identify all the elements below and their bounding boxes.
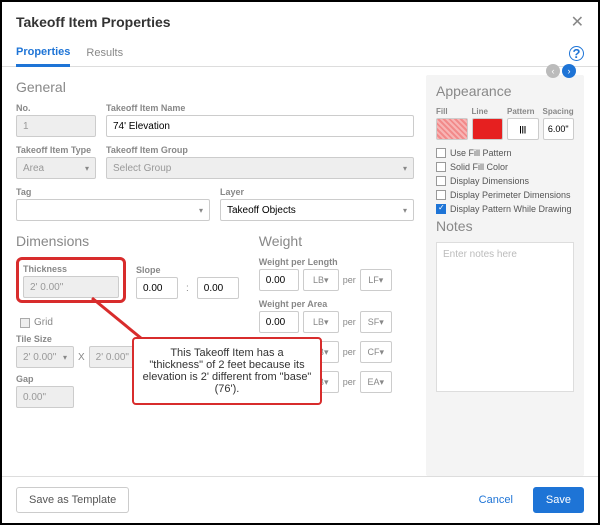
help-icon[interactable]: ? <box>569 46 584 61</box>
nav-next-icon[interactable]: › <box>562 64 576 78</box>
save-button[interactable]: Save <box>533 487 584 513</box>
section-general: General <box>16 79 414 95</box>
cancel-button[interactable]: Cancel <box>467 487 525 513</box>
tag-label: Tag <box>16 187 210 197</box>
layer-label: Layer <box>220 187 414 197</box>
pattern-swatch[interactable]: ||| <box>507 118 539 140</box>
weight-unit-1[interactable]: LB▾ <box>303 311 339 333</box>
gap-field[interactable] <box>16 386 74 408</box>
tile-w-select[interactable]: 2' 0.00" <box>16 346 74 368</box>
dialog-title: Takeoff Item Properties <box>16 14 171 30</box>
weight-row-0: LB▾ per LF▾ <box>259 269 414 291</box>
weight-unit2-3[interactable]: EA▾ <box>360 371 392 393</box>
thickness-field[interactable] <box>23 276 119 298</box>
group-label: Takeoff Item Group <box>106 145 414 155</box>
slope-colon: : <box>184 283 191 294</box>
check-dispperim[interactable] <box>436 190 446 200</box>
tag-select[interactable] <box>16 199 210 221</box>
spacing-field[interactable]: 6.00" <box>543 118 575 140</box>
name-label: Takeoff Item Name <box>106 103 414 113</box>
tile-x: X <box>78 352 85 363</box>
grid-checkbox[interactable] <box>20 318 30 328</box>
slope-run-field[interactable] <box>197 277 239 299</box>
layer-select[interactable]: Takeoff Objects <box>220 199 414 221</box>
section-appearance: Appearance <box>436 83 574 99</box>
line-swatch[interactable] <box>472 118 504 140</box>
check-usefill[interactable] <box>436 148 446 158</box>
weight-unit2-0[interactable]: LF▾ <box>360 269 392 291</box>
weight-value-1[interactable] <box>259 311 299 333</box>
no-field <box>16 115 96 137</box>
group-select[interactable]: Select Group <box>106 157 414 179</box>
weight-row-1: LB▾ per SF▾ <box>259 311 414 333</box>
nav-prev-icon[interactable]: ‹ <box>546 64 560 78</box>
type-label: Takeoff Item Type <box>16 145 96 155</box>
tab-properties[interactable]: Properties <box>16 40 70 67</box>
annotation-callout: This Takeoff Item has a "thickness" of 2… <box>132 337 322 405</box>
check-solidfill[interactable] <box>436 162 446 172</box>
grid-label: Grid <box>34 317 53 328</box>
tab-results[interactable]: Results <box>86 41 123 65</box>
thickness-label: Thickness <box>23 264 119 274</box>
section-weight: Weight <box>259 233 414 249</box>
slope-rise-field[interactable] <box>136 277 178 299</box>
save-template-button[interactable]: Save as Template <box>16 487 129 513</box>
check-dispdim[interactable] <box>436 176 446 186</box>
type-select[interactable]: Area <box>16 157 96 179</box>
weight-unit2-1[interactable]: SF▾ <box>360 311 392 333</box>
check-disppattern[interactable] <box>436 204 446 214</box>
fill-swatch[interactable] <box>436 118 468 140</box>
weight-unit2-2[interactable]: CF▾ <box>360 341 392 363</box>
slope-label: Slope <box>136 265 239 275</box>
weight-area-label: Weight per Area <box>259 299 414 309</box>
weight-length-label: Weight per Length <box>259 257 414 267</box>
thickness-highlight: Thickness <box>16 257 126 303</box>
section-notes: Notes <box>436 218 574 234</box>
close-icon[interactable]: ✕ <box>571 12 584 32</box>
notes-textarea[interactable]: Enter notes here <box>436 242 574 392</box>
name-field[interactable] <box>106 115 414 137</box>
weight-value-0[interactable] <box>259 269 299 291</box>
weight-unit-0[interactable]: LB▾ <box>303 269 339 291</box>
no-label: No. <box>16 103 96 113</box>
section-dimensions: Dimensions <box>16 233 239 249</box>
